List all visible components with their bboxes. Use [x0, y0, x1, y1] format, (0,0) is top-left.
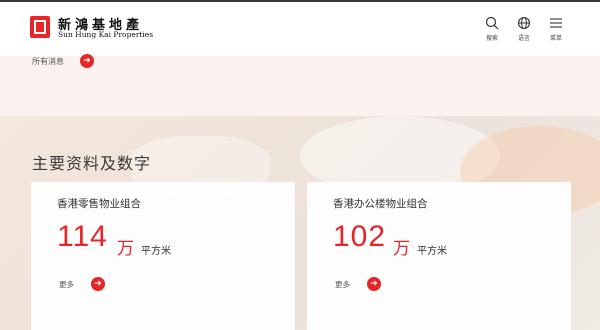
- nav-language[interactable]: 语言: [509, 16, 539, 42]
- brand-name-en[interactable]: Sun Hung Kai Properties: [58, 30, 153, 39]
- search-icon: [485, 16, 499, 30]
- fact-card-more-link[interactable]: 更多: [335, 279, 350, 290]
- fact-card-number: 102: [333, 220, 387, 253]
- fact-card-unit-big: 万: [393, 239, 410, 259]
- news-strip: 所有消息 ➔: [0, 54, 600, 116]
- fact-card-more-arrow-button[interactable]: ➔: [367, 277, 381, 291]
- fact-card-title: 香港办公楼物业组合: [333, 198, 428, 210]
- nav-search-label: 搜索: [485, 35, 498, 42]
- nav-search[interactable]: 搜索: [477, 16, 507, 42]
- fact-card-more-arrow-button[interactable]: ➔: [91, 277, 105, 291]
- fact-card-office: 香港办公楼物业组合 102 万 平方米 更多 ➔: [307, 182, 571, 330]
- nav-menu-label: 菜单: [549, 35, 562, 42]
- all-news-arrow-button[interactable]: ➔: [80, 54, 94, 68]
- fact-card-unit-small: 平方米: [417, 246, 447, 257]
- fact-card-retail: 香港零售物业组合 114 万 平方米 更多 ➔: [31, 182, 295, 330]
- page: 新鴻基地產 Sun Hung Kai Properties 搜索 语言 菜单 所…: [0, 0, 600, 330]
- section-title: 主要资料及数字: [32, 154, 152, 173]
- nav-language-label: 语言: [517, 35, 530, 42]
- key-facts-section: 主要资料及数字 香港零售物业组合 114 万 平方米 更多 ➔ 香港办公楼物业组…: [0, 116, 600, 330]
- all-news-link[interactable]: 所有消息: [32, 56, 64, 67]
- fact-card-number: 114: [57, 220, 108, 253]
- fact-card-more-link[interactable]: 更多: [59, 279, 74, 290]
- nav-menu[interactable]: 菜单: [541, 16, 571, 42]
- fact-card-unit-small: 平方米: [141, 246, 171, 257]
- menu-icon: [550, 18, 562, 28]
- shkp-logo[interactable]: [30, 16, 50, 38]
- fact-card-title: 香港零售物业组合: [57, 198, 141, 210]
- globe-icon: [517, 16, 531, 30]
- site-header: 新鴻基地產 Sun Hung Kai Properties 搜索 语言 菜单: [0, 2, 600, 56]
- fact-card-unit-big: 万: [117, 239, 134, 259]
